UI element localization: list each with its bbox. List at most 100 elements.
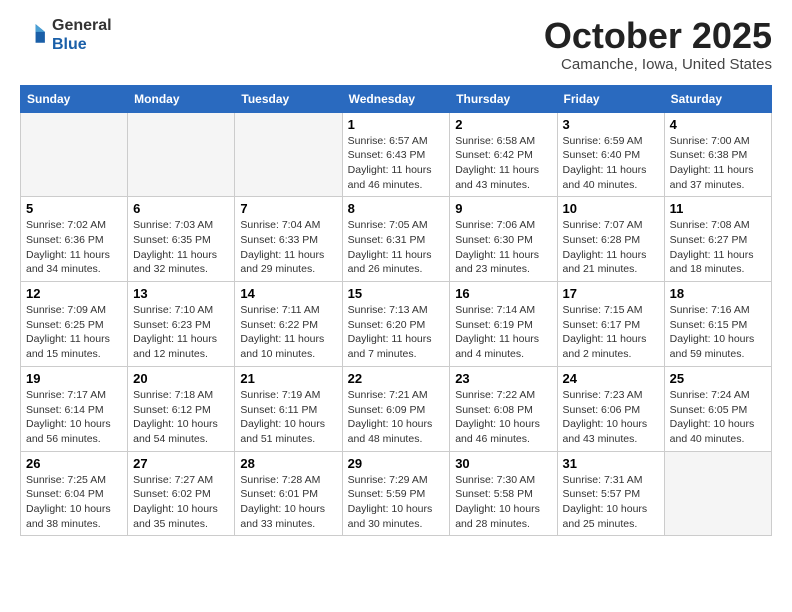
day-number: 19 [26,371,122,386]
calendar-cell: 3Sunrise: 6:59 AMSunset: 6:40 PMDaylight… [557,112,664,197]
logo-blue-text: Blue [52,35,112,54]
calendar-cell: 2Sunrise: 6:58 AMSunset: 6:42 PMDaylight… [450,112,557,197]
calendar-cell: 29Sunrise: 7:29 AMSunset: 5:59 PMDayligh… [342,451,450,536]
day-number: 5 [26,201,122,216]
day-info: Sunrise: 7:30 AMSunset: 5:58 PMDaylight:… [455,473,551,532]
day-number: 16 [455,286,551,301]
day-number: 13 [133,286,229,301]
calendar-week-row: 12 Sunrise: 7:09 AMSunset: 6:25 PMDayligh… [21,282,772,367]
calendar-week-row: 19 Sunrise: 7:17 AMSunset: 6:14 PMDayligh… [21,366,772,451]
day-number: 4 [670,117,766,132]
calendar-cell: 11 Sunrise: 7:08 AMSunset: 6:27 PMDayligh… [664,197,771,282]
header-thursday: Thursday [450,85,557,112]
day-info: Sunrise: 7:27 AMSunset: 6:02 PMDaylight:… [133,473,229,532]
calendar-week-row: 26Sunrise: 7:25 AMSunset: 6:04 PMDayligh… [21,451,772,536]
calendar-cell: 20 Sunrise: 7:18 AMSunset: 6:12 PMDayligh… [128,366,235,451]
calendar-cell: 14 Sunrise: 7:11 AMSunset: 6:22 PMDayligh… [235,282,342,367]
calendar-cell: 25Sunrise: 7:24 AMSunset: 6:05 PMDayligh… [664,366,771,451]
calendar-cell: 21Sunrise: 7:19 AMSunset: 6:11 PMDayligh… [235,366,342,451]
day-number: 2 [455,117,551,132]
calendar-cell: 22Sunrise: 7:21 AMSunset: 6:09 PMDayligh… [342,366,450,451]
day-info: Sunrise: 7:04 AMSunset: 6:33 PMDaylight:… [240,218,336,277]
calendar-cell: 30 Sunrise: 7:30 AMSunset: 5:58 PMDayligh… [450,451,557,536]
day-info: Sunrise: 7:06 AMSunset: 6:30 PMDaylight:… [455,218,551,277]
day-number: 30 [455,456,551,471]
day-number: 1 [348,117,445,132]
day-number: 15 [348,286,445,301]
day-number: 26 [26,456,122,471]
day-info: Sunrise: 7:00 AMSunset: 6:38 PMDaylight:… [670,134,766,193]
day-number: 9 [455,201,551,216]
calendar-cell [21,112,128,197]
day-info: Sunrise: 7:28 AMSunset: 6:01 PMDaylight:… [240,473,336,532]
logo-text: General Blue [52,16,112,54]
day-number: 18 [670,286,766,301]
calendar-table: SundayMondayTuesdayWednesdayThursdayFrid… [20,85,772,537]
day-number: 27 [133,456,229,471]
calendar-cell: 15 Sunrise: 7:13 AMSunset: 6:20 PMDayligh… [342,282,450,367]
page-header: General Blue October 2025 Camanche, Iowa… [20,16,772,73]
calendar-cell [235,112,342,197]
day-info: Sunrise: 7:23 AMSunset: 6:06 PMDaylight:… [563,388,659,447]
calendar-cell: 7 Sunrise: 7:04 AMSunset: 6:33 PMDaylight… [235,197,342,282]
day-info: Sunrise: 7:21 AMSunset: 6:09 PMDaylight:… [348,388,445,447]
calendar-cell: 13 Sunrise: 7:10 AMSunset: 6:23 PMDayligh… [128,282,235,367]
calendar-cell: 28Sunrise: 7:28 AMSunset: 6:01 PMDayligh… [235,451,342,536]
day-number: 31 [563,456,659,471]
header-wednesday: Wednesday [342,85,450,112]
header-monday: Monday [128,85,235,112]
calendar-cell: 16Sunrise: 7:14 AMSunset: 6:19 PMDayligh… [450,282,557,367]
day-info: Sunrise: 7:08 AMSunset: 6:27 PMDaylight:… [670,218,766,277]
day-number: 7 [240,201,336,216]
day-info: Sunrise: 7:22 AMSunset: 6:08 PMDaylight:… [455,388,551,447]
calendar-cell: 23 Sunrise: 7:22 AMSunset: 6:08 PMDayligh… [450,366,557,451]
calendar-cell: 27 Sunrise: 7:27 AMSunset: 6:02 PMDayligh… [128,451,235,536]
calendar-cell: 8Sunrise: 7:05 AMSunset: 6:31 PMDaylight… [342,197,450,282]
calendar-cell: 26Sunrise: 7:25 AMSunset: 6:04 PMDayligh… [21,451,128,536]
title-block: October 2025 Camanche, Iowa, United Stat… [544,16,772,73]
header-saturday: Saturday [664,85,771,112]
day-info: Sunrise: 7:24 AMSunset: 6:05 PMDaylight:… [670,388,766,447]
day-number: 10 [563,201,659,216]
day-number: 12 [26,286,122,301]
header-tuesday: Tuesday [235,85,342,112]
day-info: Sunrise: 6:57 AMSunset: 6:43 PMDaylight:… [348,134,445,193]
calendar-cell: 9 Sunrise: 7:06 AMSunset: 6:30 PMDaylight… [450,197,557,282]
day-info: Sunrise: 7:31 AMSunset: 5:57 PMDaylight:… [563,473,659,532]
calendar-cell: 12 Sunrise: 7:09 AMSunset: 6:25 PMDayligh… [21,282,128,367]
calendar-cell: 24 Sunrise: 7:23 AMSunset: 6:06 PMDayligh… [557,366,664,451]
calendar-cell: 18 Sunrise: 7:16 AMSunset: 6:15 PMDayligh… [664,282,771,367]
calendar-cell [664,451,771,536]
calendar-header-row: SundayMondayTuesdayWednesdayThursdayFrid… [21,85,772,112]
calendar-cell: 5 Sunrise: 7:02 AMSunset: 6:36 PMDaylight… [21,197,128,282]
day-info: Sunrise: 7:18 AMSunset: 6:12 PMDaylight:… [133,388,229,447]
day-info: Sunrise: 7:09 AMSunset: 6:25 PMDaylight:… [26,303,122,362]
day-number: 6 [133,201,229,216]
day-info: Sunrise: 6:59 AMSunset: 6:40 PMDaylight:… [563,134,659,193]
day-info: Sunrise: 7:17 AMSunset: 6:14 PMDaylight:… [26,388,122,447]
day-info: Sunrise: 7:10 AMSunset: 6:23 PMDaylight:… [133,303,229,362]
day-number: 23 [455,371,551,386]
logo-general-text: General [52,16,112,35]
day-info: Sunrise: 7:19 AMSunset: 6:11 PMDaylight:… [240,388,336,447]
calendar-cell: 19 Sunrise: 7:17 AMSunset: 6:14 PMDayligh… [21,366,128,451]
calendar-cell: 1 Sunrise: 6:57 AMSunset: 6:43 PMDaylight… [342,112,450,197]
day-info: Sunrise: 7:15 AMSunset: 6:17 PMDaylight:… [563,303,659,362]
day-info: Sunrise: 7:11 AMSunset: 6:22 PMDaylight:… [240,303,336,362]
day-number: 14 [240,286,336,301]
calendar-cell: 4 Sunrise: 7:00 AMSunset: 6:38 PMDaylight… [664,112,771,197]
day-number: 24 [563,371,659,386]
header-friday: Friday [557,85,664,112]
day-info: Sunrise: 7:03 AMSunset: 6:35 PMDaylight:… [133,218,229,277]
day-number: 20 [133,371,229,386]
calendar-cell: 31 Sunrise: 7:31 AMSunset: 5:57 PMDayligh… [557,451,664,536]
day-number: 11 [670,201,766,216]
day-info: Sunrise: 7:16 AMSunset: 6:15 PMDaylight:… [670,303,766,362]
calendar-week-row: 1 Sunrise: 6:57 AMSunset: 6:43 PMDaylight… [21,112,772,197]
day-number: 17 [563,286,659,301]
day-info: Sunrise: 7:02 AMSunset: 6:36 PMDaylight:… [26,218,122,277]
calendar-week-row: 5 Sunrise: 7:02 AMSunset: 6:36 PMDaylight… [21,197,772,282]
day-info: Sunrise: 7:13 AMSunset: 6:20 PMDaylight:… [348,303,445,362]
calendar-cell [128,112,235,197]
general-blue-logo-icon [20,21,48,49]
